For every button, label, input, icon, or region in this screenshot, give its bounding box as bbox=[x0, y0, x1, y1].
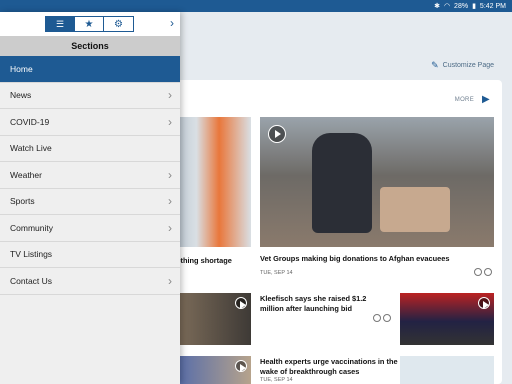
drawer-header: ☰ ★ ⚙ › bbox=[0, 12, 180, 36]
play-icon[interactable] bbox=[268, 125, 286, 143]
story-thumbnail-left-2[interactable] bbox=[180, 293, 251, 345]
partial-headline[interactable]: othing shortage bbox=[176, 256, 232, 266]
chevron-right-icon[interactable]: › bbox=[170, 16, 174, 30]
sidebar-item-label: COVID-19 bbox=[10, 116, 50, 127]
battery-icon: ▮ bbox=[472, 3, 476, 10]
sidebar-item-label: Contact Us bbox=[10, 275, 53, 286]
more-label: MORE bbox=[454, 96, 474, 103]
story-thumbnail-left-3[interactable] bbox=[180, 356, 251, 384]
story3-thumbnail[interactable] bbox=[400, 356, 494, 384]
tab-favorites[interactable]: ★ bbox=[75, 17, 104, 31]
news-card: MORE ▶ othing shortage Vet Groups making… bbox=[160, 80, 502, 384]
star-icon: ★ bbox=[84, 18, 94, 30]
play-icon[interactable] bbox=[478, 297, 490, 309]
customize-page-button[interactable]: ✎ Customize Page bbox=[431, 60, 494, 71]
sidebar-item-covid-19[interactable]: COVID-19 › bbox=[0, 109, 180, 136]
more-link[interactable]: MORE ▶ bbox=[455, 94, 490, 105]
sidebar-item-tv-listings[interactable]: TV Listings bbox=[0, 242, 180, 268]
sections-header: Sections bbox=[0, 36, 180, 56]
story3-headline[interactable]: Health experts urge vaccinations in the … bbox=[260, 357, 400, 377]
tab-settings[interactable]: ⚙ bbox=[104, 17, 133, 31]
main-story-image[interactable] bbox=[260, 117, 494, 247]
sidebar-item-label: Home bbox=[10, 63, 33, 74]
sidebar-item-watch-live[interactable]: Watch Live bbox=[0, 136, 180, 162]
chevron-right-icon: › bbox=[168, 167, 172, 182]
story3-date: TUE, SEP 14 bbox=[260, 377, 293, 383]
sidebar-item-label: News bbox=[10, 90, 32, 101]
wifi-icon: ◠ bbox=[443, 3, 451, 10]
sidebar-item-label: Weather bbox=[10, 169, 42, 180]
tab-sections[interactable]: ☰ bbox=[46, 17, 75, 31]
story2-headline[interactable]: Kleefisch says she raised $1.2 million a… bbox=[260, 294, 380, 314]
share-icons[interactable] bbox=[373, 314, 391, 322]
battery-level: 28% bbox=[454, 2, 469, 10]
sections-menu: Home News › COVID-19 › Watch Live Weather › Spor… bbox=[0, 56, 180, 295]
pencil-icon: ✎ bbox=[431, 60, 439, 70]
sidebar-item-weather[interactable]: Weather › bbox=[0, 162, 180, 189]
status-bar: ✱ ◠ 28% ▮ 5:42 PM bbox=[0, 0, 512, 12]
sidebar-item-contact-us[interactable]: Contact Us › bbox=[0, 268, 180, 295]
sections-drawer: ☰ ★ ⚙ › Sections Home News › COVID-19 › Watch… bbox=[0, 12, 180, 384]
chevron-right-icon: › bbox=[168, 273, 172, 288]
chevron-right-icon: › bbox=[168, 194, 172, 209]
chevron-right-icon: ▶ bbox=[482, 94, 490, 105]
customize-label: Customize Page bbox=[442, 62, 494, 69]
bluetooth-icon: ✱ bbox=[434, 3, 440, 10]
sidebar-item-label: Sports bbox=[10, 196, 35, 207]
sidebar-item-home[interactable]: Home bbox=[0, 56, 180, 83]
sidebar-item-label: Watch Live bbox=[10, 143, 52, 154]
play-icon[interactable] bbox=[235, 360, 247, 372]
drawer-tabs: ☰ ★ ⚙ bbox=[45, 16, 134, 32]
main-headline[interactable]: Vet Groups making big donations to Afgha… bbox=[260, 254, 494, 264]
sidebar-item-sports[interactable]: Sports › bbox=[0, 189, 180, 215]
sidebar-item-news[interactable]: News › bbox=[0, 83, 180, 109]
chevron-right-icon: › bbox=[168, 220, 172, 235]
chevron-right-icon: › bbox=[168, 88, 172, 103]
list-icon: ☰ bbox=[55, 18, 65, 29]
play-icon[interactable] bbox=[235, 297, 247, 309]
main-date: TUE, SEP 14 bbox=[260, 270, 293, 276]
gear-icon: ⚙ bbox=[114, 18, 123, 30]
share-icons[interactable] bbox=[474, 268, 492, 276]
status-time: 5:42 PM bbox=[479, 2, 506, 10]
sidebar-item-community[interactable]: Community › bbox=[0, 215, 180, 242]
chevron-right-icon: › bbox=[168, 114, 172, 129]
sidebar-item-label: Community bbox=[10, 222, 53, 233]
story2-thumbnail[interactable] bbox=[400, 293, 494, 345]
sidebar-item-label: TV Listings bbox=[10, 249, 53, 260]
